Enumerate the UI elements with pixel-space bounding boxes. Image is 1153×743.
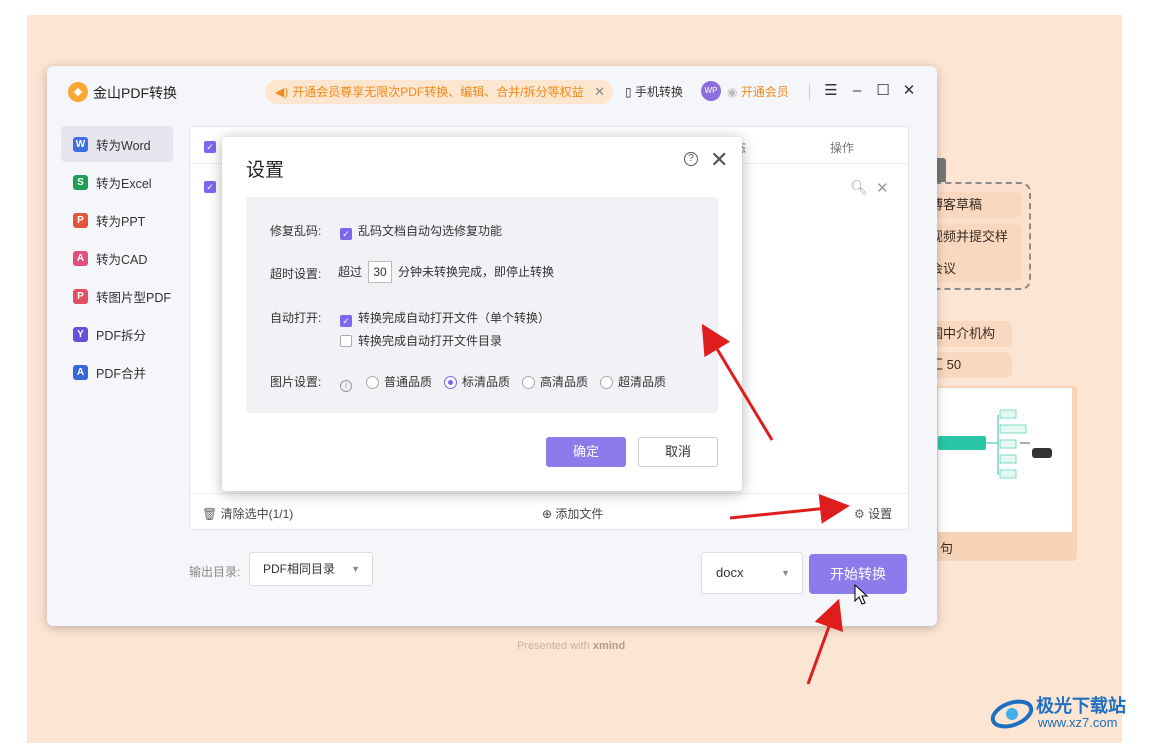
arrow-to-start — [806, 598, 843, 685]
arrow-to-dialog — [701, 323, 774, 441]
site-watermark: 极光下载站 www.xz7.com — [990, 688, 1140, 738]
mouse-cursor-icon — [854, 583, 869, 605]
annotation-arrows — [701, 323, 869, 685]
watermark-url: www.xz7.com — [1038, 715, 1118, 730]
arrow-to-settings — [729, 493, 850, 524]
watermark-logo-icon — [990, 699, 1034, 729]
